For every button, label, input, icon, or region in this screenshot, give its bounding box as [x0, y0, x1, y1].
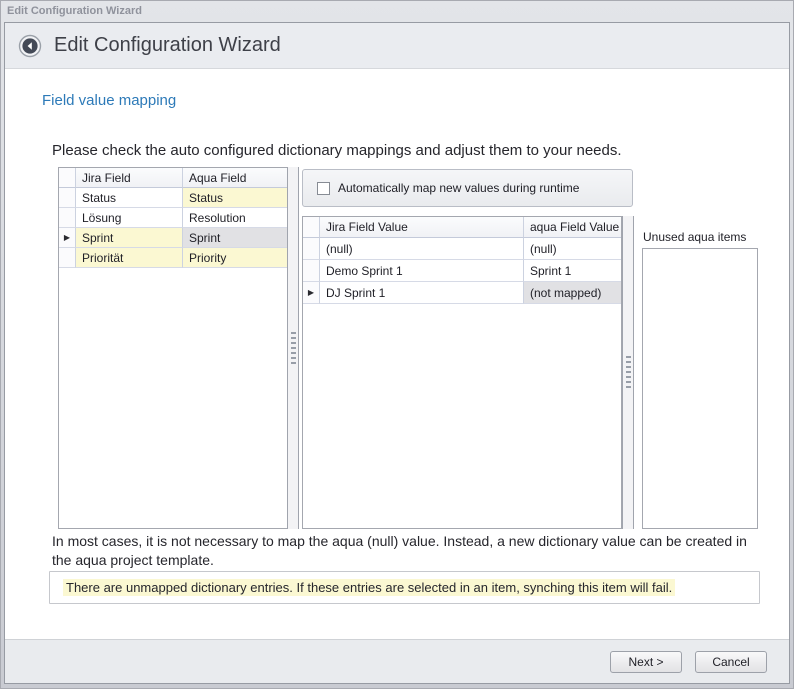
auto-map-checkbox[interactable]	[317, 182, 330, 195]
splitter-left[interactable]	[287, 167, 299, 529]
splitter-grip	[626, 356, 631, 389]
footer-bar: Next > Cancel	[5, 639, 789, 683]
row-indicator-cell[interactable]: ▶	[303, 282, 320, 304]
window-frame: Edit Configuration Wizard Edit Configura…	[0, 0, 794, 689]
table-row: Demo Sprint 1 Sprint 1	[303, 260, 621, 282]
cell-jira-field[interactable]: Priorität	[76, 248, 183, 268]
wizard-title: Edit Configuration Wizard	[54, 34, 281, 57]
cancel-button[interactable]: Cancel	[695, 651, 767, 673]
unused-items-listbox[interactable]	[642, 248, 758, 529]
titlebar: Edit Configuration Wizard	[1, 1, 793, 22]
table-row: Lösung Resolution	[59, 208, 287, 228]
auto-map-panel: Automatically map new values during runt…	[302, 169, 633, 207]
wizard-header: Edit Configuration Wizard	[5, 23, 789, 69]
back-arrow-icon	[18, 34, 42, 58]
cell-aqua-value[interactable]: (not mapped)	[524, 282, 621, 304]
table-row: (null) (null)	[303, 238, 621, 260]
row-indicator-cell[interactable]	[303, 260, 320, 282]
row-indicator-cell[interactable]	[59, 248, 76, 268]
auto-map-label[interactable]: Automatically map new values during runt…	[338, 181, 579, 195]
cell-aqua-field[interactable]: Sprint	[183, 228, 287, 248]
instruction-text: Please check the auto configured diction…	[52, 142, 622, 159]
splitter-right[interactable]	[622, 216, 634, 529]
cell-aqua-value[interactable]: (null)	[524, 238, 621, 260]
section-title: Field value mapping	[42, 92, 176, 109]
column-header-aqua-field[interactable]: Aqua Field	[183, 168, 287, 188]
cell-jira-value[interactable]: Demo Sprint 1	[320, 260, 524, 282]
value-mapping-grid: Jira Field Value aqua Field Value (null)…	[302, 216, 622, 529]
column-header-jira-field-value[interactable]: Jira Field Value	[320, 217, 524, 238]
cell-jira-field[interactable]: Sprint	[76, 228, 183, 248]
row-indicator-cell[interactable]	[59, 208, 76, 228]
column-header-jira-field[interactable]: Jira Field	[76, 168, 183, 188]
cell-aqua-field[interactable]: Priority	[183, 248, 287, 268]
row-indicator-cell[interactable]: ▶	[59, 228, 76, 248]
warning-box: There are unmapped dictionary entries. I…	[49, 571, 760, 604]
cell-jira-value[interactable]: (null)	[320, 238, 524, 260]
row-indicator-cell[interactable]	[59, 188, 76, 208]
wizard-dialog: Edit Configuration Wizard Field value ma…	[4, 22, 790, 684]
cell-jira-value[interactable]: DJ Sprint 1	[320, 282, 524, 304]
row-indicator-header	[303, 217, 320, 238]
next-button[interactable]: Next >	[610, 651, 682, 673]
field-mapping-grid: Jira Field Aqua Field Status Status Lösu…	[58, 167, 288, 529]
field-grid-header: Jira Field Aqua Field	[59, 168, 287, 188]
cell-aqua-field[interactable]: Resolution	[183, 208, 287, 228]
value-grid-header: Jira Field Value aqua Field Value	[303, 217, 621, 238]
cell-jira-field[interactable]: Status	[76, 188, 183, 208]
hint-text: In most cases, it is not necessary to ma…	[52, 532, 754, 570]
cell-aqua-field[interactable]: Status	[183, 188, 287, 208]
splitter-grip	[291, 332, 296, 365]
row-indicator-header	[59, 168, 76, 188]
table-row: Priorität Priority	[59, 248, 287, 268]
back-button[interactable]	[18, 34, 42, 58]
table-row: Status Status	[59, 188, 287, 208]
table-row-selected: ▶ Sprint Sprint	[59, 228, 287, 248]
cell-jira-field[interactable]: Lösung	[76, 208, 183, 228]
unused-items-label: Unused aqua items	[643, 230, 746, 244]
row-indicator-cell[interactable]	[303, 238, 320, 260]
table-row-selected: ▶ DJ Sprint 1 (not mapped)	[303, 282, 621, 304]
warning-text: There are unmapped dictionary entries. I…	[63, 579, 675, 596]
window-title: Edit Configuration Wizard	[7, 5, 142, 17]
cell-aqua-value[interactable]: Sprint 1	[524, 260, 621, 282]
column-header-aqua-field-value[interactable]: aqua Field Value	[524, 217, 621, 238]
